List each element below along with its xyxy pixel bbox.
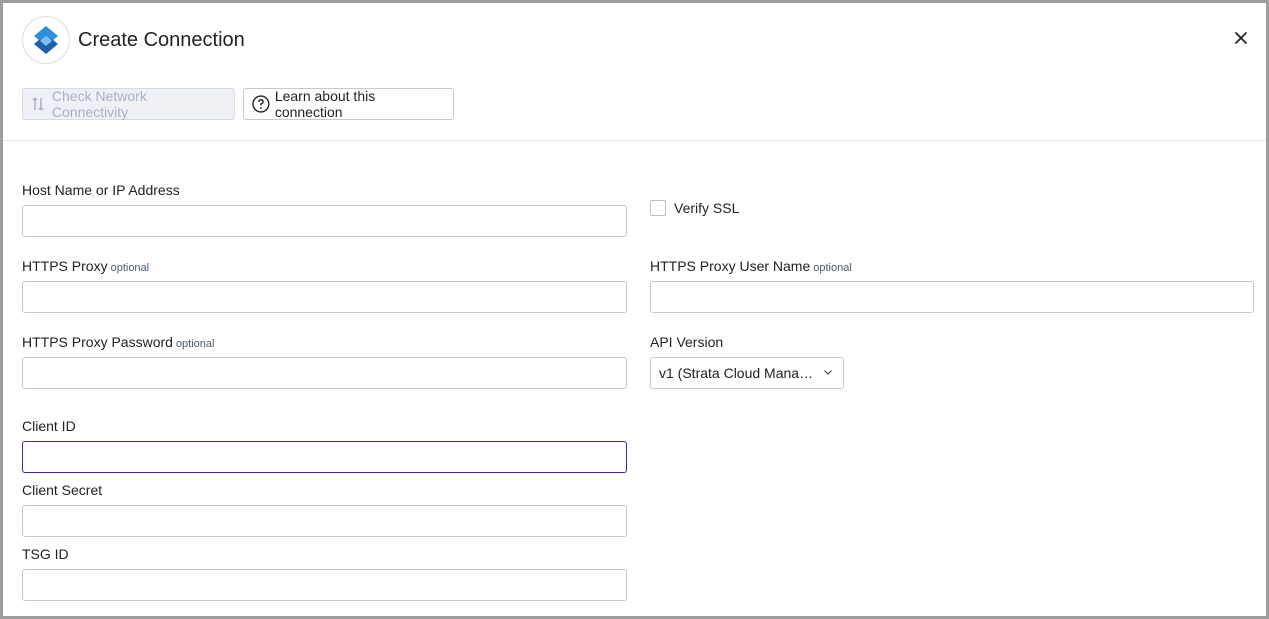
host-label: Host Name or IP Address xyxy=(22,182,180,198)
https-proxy-user-input[interactable] xyxy=(650,281,1254,313)
client-secret-input[interactable] xyxy=(22,505,627,537)
https-proxy-password-label: HTTPS Proxy Password optional xyxy=(22,334,214,350)
dialog-title: Create Connection xyxy=(78,29,245,51)
dialog-header: Create Connection Check Network Connecti… xyxy=(3,3,1266,141)
verify-ssl-checkbox[interactable] xyxy=(650,200,666,216)
learn-about-connection-button[interactable]: Learn about this connection xyxy=(243,88,454,120)
help-circle-icon xyxy=(252,95,270,113)
check-network-label: Check Network Connectivity xyxy=(51,88,147,120)
network-check-icon xyxy=(32,97,44,111)
client-secret-label: Client Secret xyxy=(22,482,103,498)
check-network-connectivity-button[interactable]: Check Network Connectivity xyxy=(22,88,235,120)
tsg-id-label: TSG ID xyxy=(22,546,69,562)
host-label-text: Host Name or IP Address xyxy=(22,182,180,198)
chevron-down-icon xyxy=(824,370,832,375)
api-version-select[interactable]: v1 (Strata Cloud Manager) xyxy=(650,357,844,389)
https-proxy-label-text: HTTPS Proxy xyxy=(22,258,108,274)
close-icon[interactable] xyxy=(1232,29,1250,47)
https-proxy-password-label-text: HTTPS Proxy Password xyxy=(22,334,173,350)
https-proxy-password-input[interactable] xyxy=(22,357,627,389)
https-proxy-input[interactable] xyxy=(22,281,627,313)
https-proxy-user-label-text: HTTPS Proxy User Name xyxy=(650,258,811,274)
host-input[interactable] xyxy=(22,205,627,237)
https-proxy-user-label: HTTPS Proxy User Name optional xyxy=(650,258,852,274)
api-version-value: v1 (Strata Cloud Manager) xyxy=(659,365,819,381)
create-connection-dialog: Create Connection Check Network Connecti… xyxy=(3,3,1266,616)
connector-logo-icon xyxy=(22,16,70,64)
optional-tag: optional xyxy=(813,262,852,274)
client-id-input[interactable] xyxy=(22,441,627,473)
api-version-label: API Version xyxy=(650,334,724,350)
learn-about-label: Learn about this connection xyxy=(274,88,376,120)
tsg-id-input[interactable] xyxy=(22,569,627,601)
client-id-label: Client ID xyxy=(22,418,76,434)
https-proxy-label: HTTPS Proxy optional xyxy=(22,258,149,274)
optional-tag: optional xyxy=(110,262,150,274)
verify-ssl-label: Verify SSL xyxy=(674,200,740,216)
optional-tag: optional xyxy=(175,338,215,350)
